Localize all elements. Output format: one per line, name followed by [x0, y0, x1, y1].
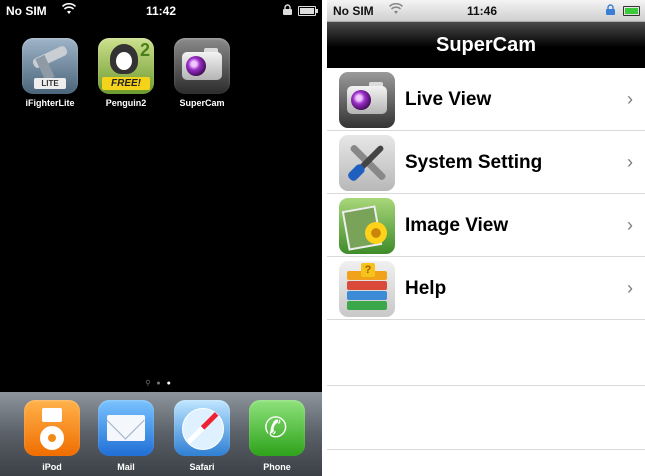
page-indicator[interactable]: ⚲●●	[0, 379, 322, 387]
app-penguin2[interactable]: 2 FREE! Penguin2	[96, 38, 156, 114]
search-icon: ⚲	[145, 380, 157, 387]
app-label: Safari	[189, 462, 215, 472]
home-screen: No SIM 11:42 LITE iFighterLite 2 FREE! P…	[0, 0, 322, 476]
camera-icon	[339, 72, 395, 128]
carrier-label: No SIM	[333, 4, 374, 18]
dock-app-mail[interactable]: Mail	[96, 400, 156, 476]
lock-icon	[282, 4, 293, 19]
battery-icon	[623, 6, 640, 16]
menu-item-label: Help	[405, 278, 447, 299]
lock-icon	[605, 4, 616, 19]
dock-app-phone[interactable]: ✆ Phone	[247, 400, 307, 476]
app-label: iPod	[42, 462, 62, 472]
page-dot: ●	[156, 380, 167, 387]
supercam-screen: No SIM 11:46 SuperCam Live View › System…	[327, 0, 645, 476]
version-number: 2	[139, 40, 150, 60]
page-title: SuperCam	[435, 34, 537, 56]
dock: iPod Mail Safari ✆ Phone	[0, 392, 322, 476]
empty-row	[327, 386, 645, 450]
wifi-icon	[388, 2, 404, 18]
tools-icon	[339, 135, 395, 191]
app-label: Mail	[117, 462, 135, 472]
menu-item-system-setting[interactable]: System Setting ›	[327, 131, 645, 194]
chevron-right-icon: ›	[627, 215, 633, 235]
mail-icon	[98, 400, 154, 456]
dock-app-safari[interactable]: Safari	[172, 400, 232, 476]
wifi-icon	[61, 2, 77, 18]
page-dot-active: ●	[166, 380, 177, 387]
empty-row	[327, 320, 645, 386]
clock: 11:42	[146, 4, 177, 18]
penguin-icon: 2 FREE!	[98, 38, 154, 94]
app-label: SuperCam	[179, 98, 225, 108]
chevron-right-icon: ›	[627, 278, 633, 298]
menu-item-label: System Setting	[405, 152, 543, 173]
ipod-icon	[24, 400, 80, 456]
fighter-jet-icon: LITE	[22, 38, 78, 94]
nav-bar: SuperCam	[327, 22, 645, 68]
books-icon: ?	[339, 261, 395, 317]
menu-item-label: Image View	[405, 215, 509, 236]
battery-icon	[298, 6, 318, 16]
phone-icon: ✆	[249, 400, 305, 456]
menu-item-image-view[interactable]: Image View ›	[327, 194, 645, 257]
photo-icon	[339, 198, 395, 254]
app-label: iFighterLite	[25, 98, 75, 108]
menu-item-help[interactable]: ? Help ›	[327, 257, 645, 320]
app-ifighterlite[interactable]: LITE iFighterLite	[20, 38, 80, 114]
camera-icon	[174, 38, 230, 94]
chevron-right-icon: ›	[627, 89, 633, 109]
menu-item-live-view[interactable]: Live View ›	[327, 68, 645, 131]
status-bar: No SIM 11:46	[327, 0, 645, 22]
safari-icon	[174, 400, 230, 456]
free-badge: FREE!	[102, 77, 150, 90]
lite-badge: LITE	[34, 78, 66, 89]
chevron-right-icon: ›	[627, 152, 633, 172]
menu-item-label: Live View	[405, 89, 492, 110]
app-label: Phone	[263, 462, 291, 472]
status-bar: No SIM 11:42	[0, 0, 322, 22]
clock: 11:46	[467, 4, 498, 18]
app-supercam[interactable]: SuperCam	[172, 38, 232, 114]
app-label: Penguin2	[105, 98, 147, 108]
carrier-label: No SIM	[6, 4, 47, 18]
dock-app-ipod[interactable]: iPod	[22, 400, 82, 476]
